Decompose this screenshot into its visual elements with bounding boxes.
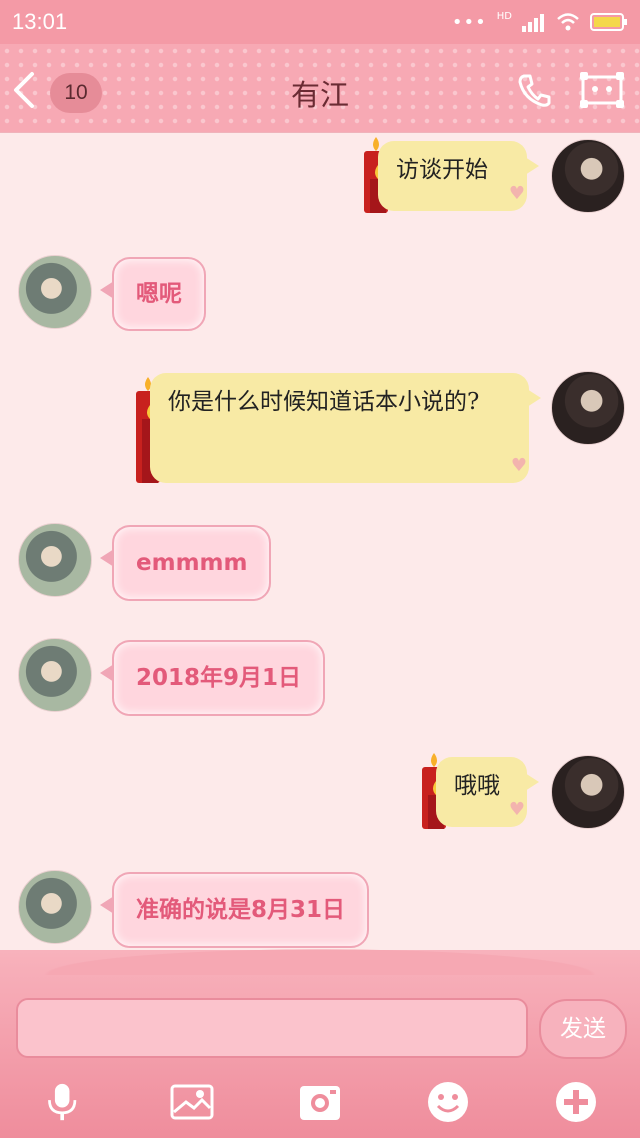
message-text: 哦哦 (454, 773, 500, 799)
message-text: 准确的说是8月31日 (136, 897, 346, 923)
emoji-icon[interactable] (426, 1080, 470, 1124)
phone-icon[interactable] (516, 72, 552, 108)
chat-header: 10 有江 (0, 44, 640, 133)
more-dots-icon: ••• (451, 11, 487, 33)
my-avatar[interactable] (551, 371, 625, 445)
message-text: 2018年9月1日 (136, 665, 302, 691)
message-text: emmmm (136, 550, 248, 576)
contact-avatar[interactable] (18, 523, 92, 597)
battery-icon (590, 13, 627, 31)
message-text: 嗯呢 (136, 281, 182, 307)
message-text: 访谈开始 (396, 157, 488, 183)
send-button[interactable]: 发送 (539, 999, 627, 1059)
decorative-wave (0, 945, 640, 975)
status-time: 13:01 (12, 9, 68, 34)
microphone-icon[interactable] (44, 1080, 84, 1124)
image-gallery-icon[interactable] (170, 1080, 214, 1124)
contact-avatar[interactable] (18, 870, 92, 944)
message-bubble-outgoing[interactable]: 访谈开始 ♥ (378, 141, 539, 211)
contact-avatar[interactable] (18, 638, 92, 712)
message-bubble-outgoing[interactable]: 你是什么时候知道话本小说的? ♥ (150, 373, 541, 483)
contact-avatar[interactable] (18, 255, 92, 329)
message-text: 你是什么时候知道话本小说的? (168, 389, 480, 415)
contact-profile-icon[interactable] (580, 72, 624, 108)
heart-decoration-icon: ♥ (510, 455, 527, 476)
message-input[interactable] (16, 998, 528, 1058)
message-list[interactable]: 访谈开始 ♥ 嗯呢 你是什么时候知道话本小说的? ♥ emmmm 2018年9月… (0, 133, 640, 953)
wifi-icon (557, 13, 579, 31)
camera-icon[interactable] (298, 1080, 342, 1124)
network-label: HD (496, 10, 512, 22)
message-bubble-outgoing[interactable]: 哦哦 ♥ (436, 757, 539, 827)
my-avatar[interactable] (551, 139, 625, 213)
status-icons: ••• HD (452, 10, 628, 34)
heart-decoration-icon: ♥ (508, 183, 525, 204)
add-more-icon[interactable] (554, 1080, 598, 1124)
message-bubble-incoming[interactable]: 嗯呢 (100, 257, 206, 331)
message-bubble-incoming[interactable]: emmmm (99, 525, 272, 601)
message-bubble-incoming[interactable]: 2018年9月1日 (99, 640, 326, 716)
message-bubble-incoming[interactable]: 准确的说是8月31日 (99, 872, 370, 948)
signal-icon (522, 14, 544, 32)
heart-decoration-icon: ♥ (508, 799, 525, 820)
my-avatar[interactable] (551, 755, 625, 829)
status-bar: 13:01 ••• HD (0, 0, 640, 44)
